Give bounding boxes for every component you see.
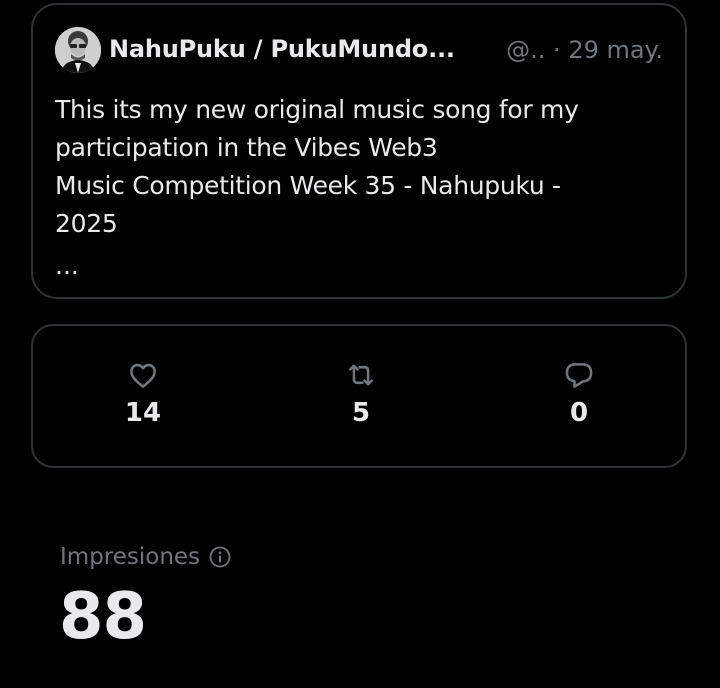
likes-stat[interactable]: 14 <box>103 358 183 428</box>
likes-count: 14 <box>124 398 162 428</box>
avatar[interactable] <box>55 27 101 73</box>
meta-separator: · <box>553 36 561 64</box>
info-icon[interactable] <box>208 545 232 569</box>
engagement-stats-card: 14 5 0 <box>31 324 687 468</box>
reposts-stat[interactable]: 5 <box>321 358 401 428</box>
impressions-label: Impresiones <box>60 544 201 570</box>
impressions-count: 88 <box>59 580 147 654</box>
repost-icon <box>344 358 378 392</box>
quoted-tweet-card[interactable]: NahuPuku / PukuMundo... @.. · 29 may. Th… <box>31 3 687 299</box>
replies-stat[interactable]: 0 <box>539 358 619 428</box>
reply-icon <box>562 358 596 392</box>
avatar-image <box>55 27 101 73</box>
reposts-count: 5 <box>351 398 371 428</box>
tweet-meta: @.. · 29 may. <box>506 36 663 64</box>
impressions-label-row: Impresiones <box>60 544 232 570</box>
author-name[interactable]: NahuPuku / PukuMundo... <box>109 35 455 63</box>
replies-count: 0 <box>569 398 589 428</box>
tweet-truncation: ... <box>55 251 79 280</box>
author-handle[interactable]: @.. <box>506 36 545 64</box>
heart-icon <box>126 358 160 392</box>
tweet-date[interactable]: 29 may. <box>568 36 663 64</box>
tweet-text: This its my new original music song for … <box>55 95 579 238</box>
